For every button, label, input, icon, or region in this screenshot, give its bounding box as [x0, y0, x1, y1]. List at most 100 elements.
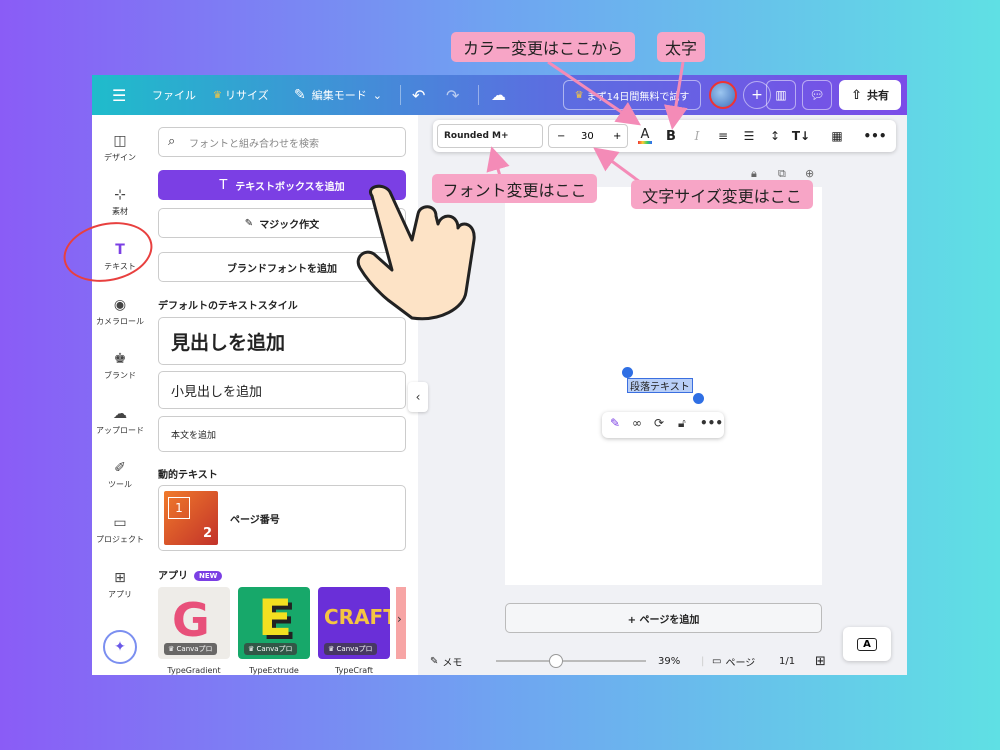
avatar[interactable] — [709, 81, 737, 109]
italic-button[interactable]: I — [685, 120, 709, 152]
add-textbox-button[interactable]: T テキストボックスを追加 — [158, 170, 406, 200]
rail-item-uploads[interactable]: ☁ アップロード — [92, 406, 148, 436]
font-size-value[interactable]: 30 — [581, 125, 594, 147]
add-heading-button[interactable]: 見出しを追加 — [158, 317, 406, 365]
bullet-list-icon[interactable]: ☰ — [737, 120, 761, 152]
rail-item-elements[interactable]: ⊹ 素材 — [92, 187, 148, 217]
zoom-thumb[interactable] — [549, 654, 563, 668]
font-selector[interactable]: Rounded M+ — [437, 124, 543, 148]
app-tile-typegradient[interactable]: G ♛ Canvaプロ — [158, 587, 230, 659]
brand-fonts-label: ブランドフォントを追加 — [227, 263, 337, 275]
increase-size-button[interactable]: + — [613, 125, 621, 147]
layout-icon: ◫ — [113, 133, 127, 149]
add-body-text-button[interactable]: 本文を追加 — [158, 416, 406, 452]
magic-pen-icon: ✎ — [244, 217, 254, 229]
page-number-thumb-2: 2 — [202, 526, 212, 541]
selected-text-box[interactable]: 段落テキスト — [627, 378, 693, 393]
more-options-icon[interactable]: ••• — [700, 416, 723, 430]
comment-icon[interactable]: 💬︎ — [802, 80, 832, 110]
redo-icon[interactable]: ↷ — [446, 75, 459, 115]
page-number-button[interactable]: 1 2 ページ番号 — [158, 485, 406, 551]
file-menu[interactable]: ファイル — [152, 75, 196, 115]
grid-view-icon[interactable]: ⊞ — [815, 647, 826, 675]
resize-button[interactable]: ♛ リサイズ — [213, 75, 269, 115]
resize-handle[interactable] — [693, 393, 704, 404]
font-size-stepper[interactable]: − 30 + — [548, 124, 628, 148]
upload-icon: ⇧ — [851, 87, 862, 103]
undo-icon[interactable]: ↶ — [412, 75, 425, 115]
lock-icon[interactable]: 🔓︎ — [678, 416, 686, 431]
apps-title: アプリ NEW — [158, 567, 223, 582]
edit-mode-button[interactable]: ✎ 編集モード ⌄ — [294, 75, 382, 115]
divider — [478, 85, 479, 105]
text-direction-icon[interactable]: T↓ — [789, 120, 813, 152]
edit-mode-label: 編集モード — [311, 89, 367, 102]
collapse-panel-button[interactable]: ‹ — [408, 382, 428, 412]
paragraph-text: 段落テキスト — [630, 382, 690, 393]
resize-handle[interactable] — [622, 367, 633, 378]
pro-badge: ♛ Canvaプロ — [324, 643, 377, 655]
apps-title-label: アプリ — [158, 571, 188, 582]
rail-item-design[interactable]: ◫ デザイン — [92, 133, 148, 163]
magic-write-button[interactable]: ✎ マジック作文 — [158, 208, 406, 238]
rail-item-brand[interactable]: ♚ ブランド — [92, 351, 148, 381]
callout-font-change: フォント変更はここ — [432, 174, 597, 203]
link-icon[interactable]: ∞ — [632, 416, 642, 430]
extrude-e-logo: E — [258, 589, 293, 647]
cloud-upload-icon: ☁ — [113, 406, 127, 422]
magic-edit-icon[interactable]: ✎ — [610, 416, 620, 430]
align-center-icon[interactable]: ≡ — [711, 120, 735, 152]
text-color-button[interactable]: A — [633, 120, 657, 152]
search-icon: ⌕ — [168, 134, 176, 149]
pro-badge-label: Canvaプロ — [336, 645, 373, 653]
app-name: TypeGradient — [167, 666, 221, 675]
pages-button[interactable]: ▭ ページ — [712, 647, 755, 675]
page-number-label: ページ番号 — [230, 514, 280, 526]
rail-item-projects[interactable]: ▭ プロジェクト — [92, 515, 148, 545]
divider: | — [701, 655, 705, 667]
rail-item-apps[interactable]: ⊞ アプリ — [92, 570, 148, 600]
rail-item-label: プロジェクト — [96, 535, 144, 544]
font-search-input[interactable]: ⌕ フォントと組み合わせを検索 — [158, 127, 406, 157]
decrease-size-button[interactable]: − — [557, 125, 565, 147]
left-rail: ◫ デザイン ⊹ 素材 T テキスト ◉ カメラロール ♚ ブランド ☁ アップ… — [92, 115, 148, 675]
magic-sparkle-button[interactable]: ✦ — [103, 630, 137, 664]
add-page-icon[interactable]: ⊕ — [805, 167, 814, 180]
add-page-label: + ページを追加 — [627, 614, 700, 626]
zoom-level[interactable]: 39% — [658, 647, 680, 675]
chevron-right-icon[interactable]: › — [397, 612, 402, 626]
add-subheading-button[interactable]: 小見出しを追加 — [158, 371, 406, 409]
magic-write-label: マジック作文 — [259, 219, 320, 231]
app-tile-typecraft[interactable]: CRAFT ♛ Canvaプロ — [318, 587, 390, 659]
insights-icon[interactable]: ▥ — [766, 80, 796, 110]
rail-item-label: アプリ — [108, 590, 132, 599]
rail-item-label: アップロード — [96, 426, 144, 435]
menu-icon[interactable]: ☰ — [112, 75, 126, 115]
rail-item-camera-roll[interactable]: ◉ カメラロール — [92, 297, 148, 327]
bold-button[interactable]: B — [659, 120, 683, 152]
rail-item-tools[interactable]: ✐ ツール — [92, 460, 148, 490]
rail-item-label: 素材 — [112, 207, 128, 216]
cloud-save-icon[interactable]: ☁ — [491, 75, 506, 115]
app-tile-typeextrude[interactable]: E ♛ Canvaプロ — [238, 587, 310, 659]
add-textbox-label: テキストボックスを追加 — [235, 181, 345, 193]
app-name: TypeCraft — [335, 666, 373, 675]
add-page-button[interactable]: + ページを追加 — [505, 603, 822, 633]
pro-badge: ♛ Canvaプロ — [164, 643, 217, 655]
a-icon: A — [857, 637, 877, 651]
trial-button[interactable]: ♛ まず14日間無料で試す — [563, 80, 701, 110]
pro-badge: ♛ Canvaプロ — [244, 643, 297, 655]
comment-add-icon[interactable]: ⟳ — [654, 416, 664, 430]
transparency-icon[interactable]: ▦ — [825, 120, 849, 152]
zoom-slider[interactable] — [496, 647, 646, 675]
brush-icon: ✐ — [114, 460, 126, 476]
accessibility-text-button[interactable]: A — [843, 627, 891, 661]
notes-button[interactable]: ✎ メモ — [430, 647, 462, 675]
more-options-icon[interactable]: ••• — [861, 120, 889, 152]
add-brand-fonts-button[interactable]: ブランドフォントを追加 — [158, 252, 406, 282]
lock-icon[interactable]: 🔒︎ — [751, 167, 757, 181]
share-button[interactable]: ⇧ 共有 — [839, 80, 901, 110]
duplicate-page-icon[interactable]: ⧉ — [778, 167, 786, 181]
line-spacing-icon[interactable]: ↕ — [763, 120, 787, 152]
text-format-toolbar: Rounded M+ − 30 + A B I ≡ ☰ ↕ T↓ ▦ ••• — [433, 120, 896, 152]
